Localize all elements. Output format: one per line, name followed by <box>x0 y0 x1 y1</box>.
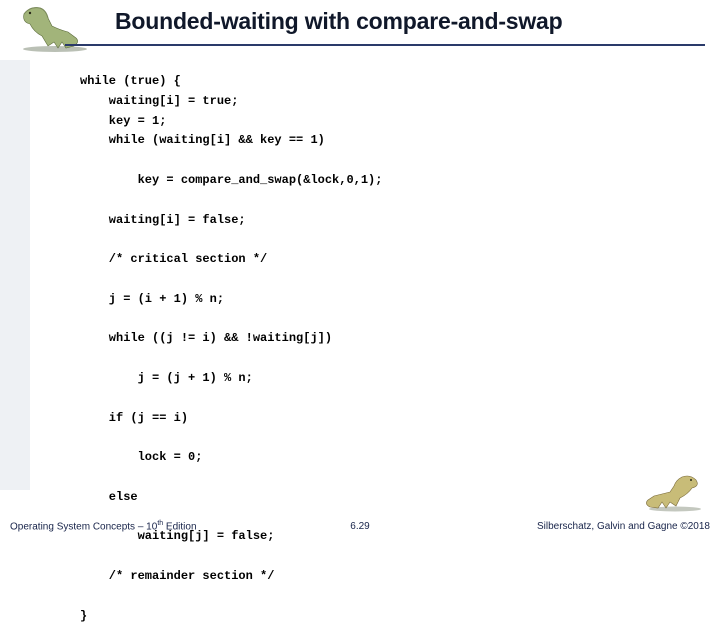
slide-header: Bounded-waiting with compare-and-swap <box>0 0 720 60</box>
dinosaur-logo-right-icon <box>640 472 710 512</box>
title-underline <box>65 44 705 46</box>
slide-title: Bounded-waiting with compare-and-swap <box>115 8 715 35</box>
sidebar-stripe <box>0 60 30 490</box>
slide-footer: Operating System Concepts – 10th Edition… <box>0 508 720 540</box>
footer-copyright: Silberschatz, Galvin and Gagne ©2018 <box>537 521 710 532</box>
code-block: while (true) { waiting[i] = true; key = … <box>80 72 680 626</box>
